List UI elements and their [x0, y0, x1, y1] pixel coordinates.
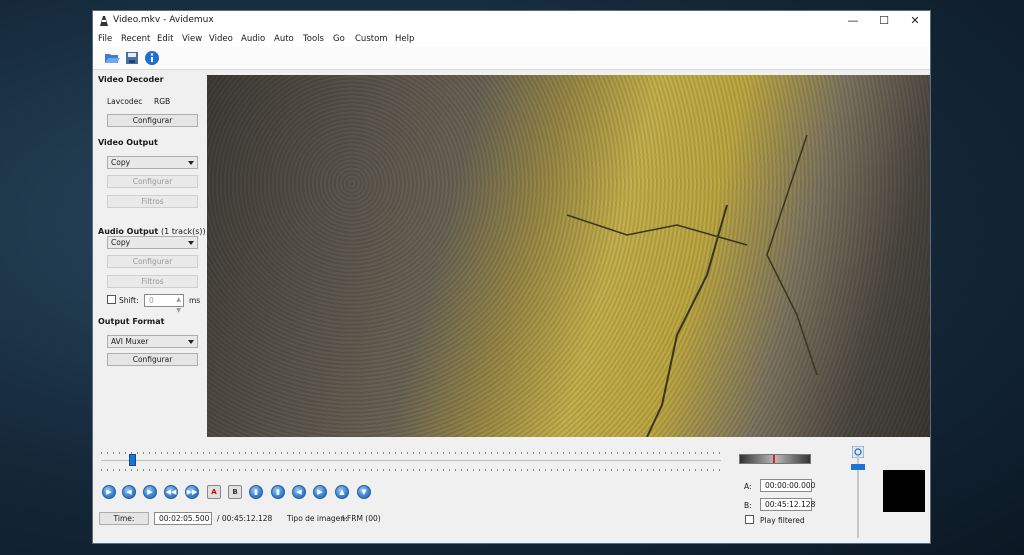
histogram-preview: [883, 470, 925, 512]
decoder-configure-button[interactable]: Configurar: [107, 114, 198, 127]
last-frame-button[interactable]: ▼: [357, 485, 371, 499]
shift-input[interactable]: 0 ▲ ▼: [144, 294, 184, 314]
marker-a-label: A:: [744, 482, 752, 491]
video-output-filters-button[interactable]: Filtros: [107, 195, 198, 208]
rewind-button[interactable]: ◀: [122, 485, 136, 499]
frame-type-value: I-FRM (00): [342, 514, 381, 523]
menu-file[interactable]: File: [98, 34, 112, 44]
prev-frame-button[interactable]: ▮: [249, 485, 263, 499]
menu-edit[interactable]: Edit: [157, 34, 173, 44]
maximize-button[interactable]: ☐: [869, 12, 899, 30]
shift-value: 0: [149, 296, 154, 305]
output-format-select[interactable]: AVI Muxer: [107, 335, 198, 348]
audio-output-configure-button[interactable]: Configurar: [107, 255, 198, 268]
title-bar: Video.mkv - Avidemux — ☐ ✕: [93, 11, 930, 31]
audio-output-value: Copy: [111, 238, 131, 247]
menu-audio[interactable]: Audio: [241, 34, 265, 44]
minimize-button[interactable]: —: [838, 12, 868, 30]
audio-track-count: (1 track(s)): [161, 227, 206, 236]
menu-help[interactable]: Help: [395, 34, 414, 44]
chevron-down-icon: [188, 241, 194, 245]
save-file-icon[interactable]: [124, 50, 140, 66]
time-button[interactable]: Time:: [99, 512, 149, 525]
shift-unit: ms: [189, 296, 201, 305]
audio-output-title: Audio Output: [98, 227, 159, 236]
decoder-colorspace-label: RGB: [154, 97, 171, 106]
play-filtered-checkbox[interactable]: [745, 515, 754, 524]
menu-bar: File Recent Edit View Video Audio Auto T…: [93, 31, 930, 47]
menu-video[interactable]: Video: [209, 34, 233, 44]
volume-meter: [739, 454, 811, 464]
next-frame-button[interactable]: ▮: [271, 485, 285, 499]
menu-tools[interactable]: Tools: [303, 34, 324, 44]
audio-output-filters-button[interactable]: Filtros: [107, 275, 198, 288]
timeline-handle[interactable]: [129, 454, 136, 466]
menu-go[interactable]: Go: [333, 34, 345, 44]
volume-meter-mark: [773, 455, 775, 463]
frame-type-label: Tipo de imagen:: [287, 514, 348, 523]
spin-arrows-icon[interactable]: ▲ ▼: [176, 294, 181, 316]
next-black-frame-button[interactable]: ▶: [313, 485, 327, 499]
set-marker-a-button[interactable]: A: [207, 485, 221, 499]
video-output-heading: Video Output: [98, 138, 158, 147]
play-filtered-label: Play filtered: [760, 516, 805, 525]
chevron-down-icon: [188, 340, 194, 344]
current-time-field[interactable]: 00:02:05.500: [154, 512, 212, 525]
menu-custom[interactable]: Custom: [355, 34, 388, 44]
set-marker-b-button[interactable]: B: [228, 485, 242, 499]
first-frame-button[interactable]: ▲: [335, 485, 349, 499]
road-cracks: [566, 134, 818, 437]
toolbar: [93, 47, 930, 70]
video-decoder-heading: Video Decoder: [98, 75, 164, 84]
shift-checkbox[interactable]: [107, 295, 116, 304]
window-title: Video.mkv - Avidemux: [113, 15, 214, 25]
timeline-track[interactable]: [101, 460, 721, 461]
app-window: Video.mkv - Avidemux — ☐ ✕ File Recent E…: [92, 10, 931, 544]
close-button[interactable]: ✕: [900, 12, 930, 30]
next-keyframe-button[interactable]: ▶▶: [185, 485, 199, 499]
video-output-value: Copy: [111, 158, 131, 167]
output-format-configure-button[interactable]: Configurar: [107, 353, 198, 366]
audio-output-select[interactable]: Copy: [107, 236, 198, 249]
marker-a-field[interactable]: 00:00:00.000: [760, 479, 815, 492]
menu-auto[interactable]: Auto: [274, 34, 294, 44]
forward-button[interactable]: ▶: [143, 485, 157, 499]
marker-b-label: B:: [744, 501, 752, 510]
volume-slider-handle[interactable]: [851, 464, 865, 470]
total-time: / 00:45:12.128: [217, 514, 273, 523]
play-button[interactable]: ▶: [102, 485, 116, 499]
chevron-down-icon: [188, 161, 194, 165]
video-output-configure-button[interactable]: Configurar: [107, 175, 198, 188]
info-icon[interactable]: [144, 50, 160, 66]
menu-view[interactable]: View: [182, 34, 202, 44]
marker-b-field[interactable]: 00:45:12.128: [760, 498, 815, 511]
prev-keyframe-button[interactable]: ◀◀: [164, 485, 178, 499]
avidemux-logo-icon: [100, 16, 108, 26]
decoder-codec-label: Lavcodec: [107, 97, 143, 106]
audio-output-heading: Audio Output (1 track(s)): [98, 227, 206, 236]
shift-label: Shift:: [119, 296, 139, 305]
timeline-ticks-top: [101, 452, 721, 454]
prev-black-frame-button[interactable]: ◀: [292, 485, 306, 499]
output-format-heading: Output Format: [98, 317, 165, 326]
output-format-value: AVI Muxer: [111, 337, 149, 346]
video-output-select[interactable]: Copy: [107, 156, 198, 169]
open-file-icon[interactable]: [104, 50, 120, 66]
video-preview: [207, 75, 930, 437]
timeline-ticks-bottom: [101, 469, 721, 471]
menu-recent[interactable]: Recent: [121, 34, 150, 44]
